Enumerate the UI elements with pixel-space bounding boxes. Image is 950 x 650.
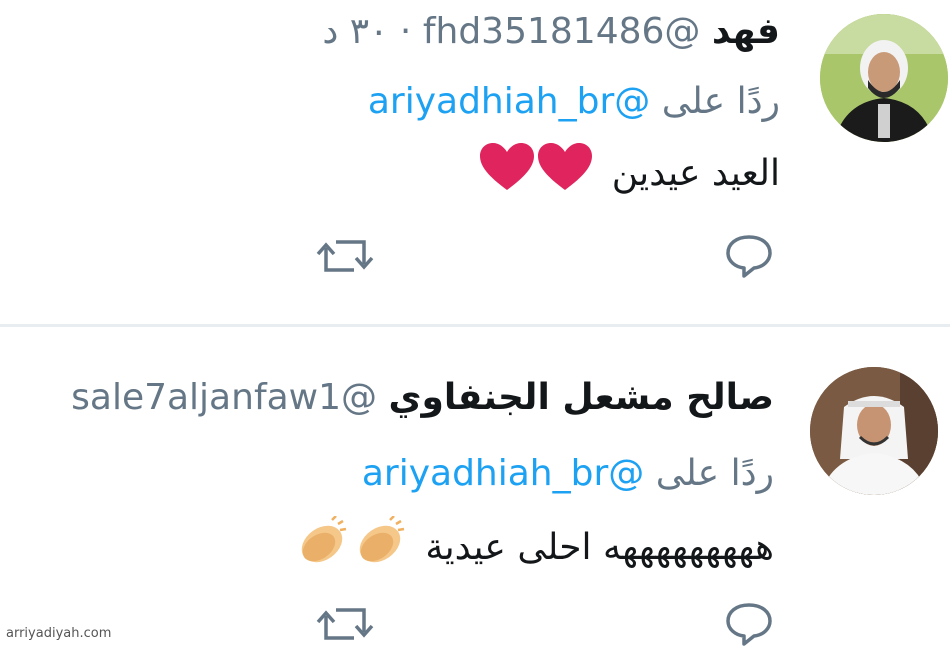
display-name[interactable]: صالح مشعل الجنفاوي bbox=[388, 377, 774, 418]
tweet-header: صالح مشعل الجنفاوي @sale7aljanfaw1 bbox=[71, 376, 774, 420]
watermark: arriyadiyah.com bbox=[6, 626, 112, 641]
reply-prefix: ردًا على bbox=[661, 81, 780, 122]
tweet-card[interactable]: فهد @fhd35181486 · ٣٠ د ردًا على @ariyad… bbox=[0, 0, 950, 322]
reply-context: ردًا على @ariyadhiah_br bbox=[368, 80, 780, 124]
retweet-icon bbox=[316, 608, 374, 640]
retweet-button[interactable] bbox=[316, 234, 374, 282]
tweet-text-content: العيد عيدين bbox=[611, 153, 780, 194]
reply-button[interactable] bbox=[724, 602, 774, 650]
retweet-button[interactable] bbox=[316, 602, 374, 650]
tweet-card[interactable]: صالح مشعل الجنفاوي @sale7aljanfaw1 ردًا … bbox=[0, 330, 950, 647]
user-handle[interactable]: @sale7aljanfaw1 bbox=[71, 377, 377, 418]
tweet-header: فهد @fhd35181486 · ٣٠ د bbox=[322, 10, 780, 54]
display-name[interactable]: فهد bbox=[712, 11, 780, 52]
tweet-text: العيد عيدين bbox=[478, 142, 780, 208]
reply-prefix: ردًا على bbox=[655, 453, 774, 494]
reply-mention-link[interactable]: @ariyadhiah_br bbox=[368, 81, 650, 122]
reply-button[interactable] bbox=[724, 234, 774, 282]
avatar[interactable] bbox=[820, 14, 948, 142]
separator-dot: · bbox=[399, 11, 412, 52]
avatar-photo bbox=[810, 367, 938, 495]
tweet-divider bbox=[0, 324, 950, 327]
reply-context: ردًا على @ariyadhiah_br bbox=[362, 452, 774, 496]
reply-icon bbox=[726, 235, 772, 278]
tweet-text: هههههههههه احلى عيدية bbox=[292, 515, 774, 582]
tweet-text-content: هههههههههه احلى عيدية bbox=[425, 527, 774, 568]
avatar-photo bbox=[820, 14, 948, 142]
retweet-icon bbox=[316, 240, 374, 272]
clapping-hands-emoji bbox=[292, 515, 408, 582]
reply-icon bbox=[726, 603, 772, 646]
avatar[interactable] bbox=[810, 367, 938, 495]
heart-emoji bbox=[478, 142, 594, 208]
timestamp[interactable]: ٣٠ د bbox=[322, 11, 388, 52]
user-handle[interactable]: @fhd35181486 bbox=[423, 11, 701, 52]
reply-mention-link[interactable]: @ariyadhiah_br bbox=[362, 453, 644, 494]
